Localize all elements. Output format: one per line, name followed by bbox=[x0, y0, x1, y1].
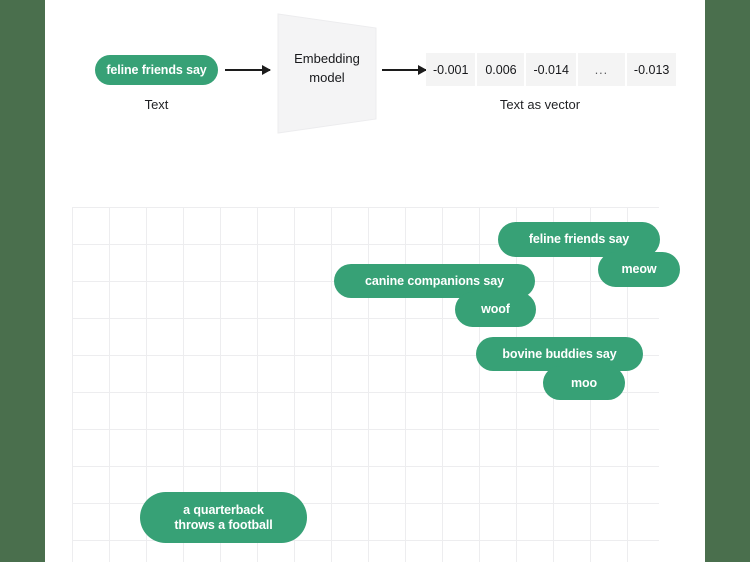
diagram-canvas: feline friends say Text Embedding model … bbox=[45, 0, 705, 562]
caption-text-as-vector: Text as vector bbox=[499, 97, 581, 112]
text-as-vector-cells: -0.001 0.006 -0.014... -0.013 bbox=[426, 53, 677, 86]
input-text-pill: feline friends say bbox=[95, 55, 218, 85]
vector-cell: -0.001 bbox=[426, 53, 476, 86]
embedding-point-pill: meow bbox=[598, 252, 680, 287]
embedding-point-pill: woof bbox=[455, 292, 536, 327]
screenshot-root: feline friends say Text Embedding model … bbox=[0, 0, 750, 562]
vector-cell: -0.014 bbox=[526, 53, 576, 86]
caption-text: Text bbox=[144, 97, 169, 112]
arrow-model-to-vector-icon bbox=[382, 65, 427, 75]
vector-cell: ... bbox=[577, 53, 625, 86]
vector-cell: -0.013 bbox=[626, 53, 677, 86]
right-color-band bbox=[705, 0, 750, 562]
embedding-point-pill: a quarterback throws a football bbox=[140, 492, 307, 543]
embedding-model-label: Embedding model bbox=[294, 51, 360, 85]
vector-cell: 0.006 bbox=[477, 53, 525, 86]
embedding-space-plot: feline friends say meow canine companions … bbox=[72, 207, 680, 562]
embedding-point-pill: moo bbox=[543, 366, 625, 400]
arrow-text-to-model-icon bbox=[225, 65, 271, 75]
left-color-band bbox=[0, 0, 45, 562]
